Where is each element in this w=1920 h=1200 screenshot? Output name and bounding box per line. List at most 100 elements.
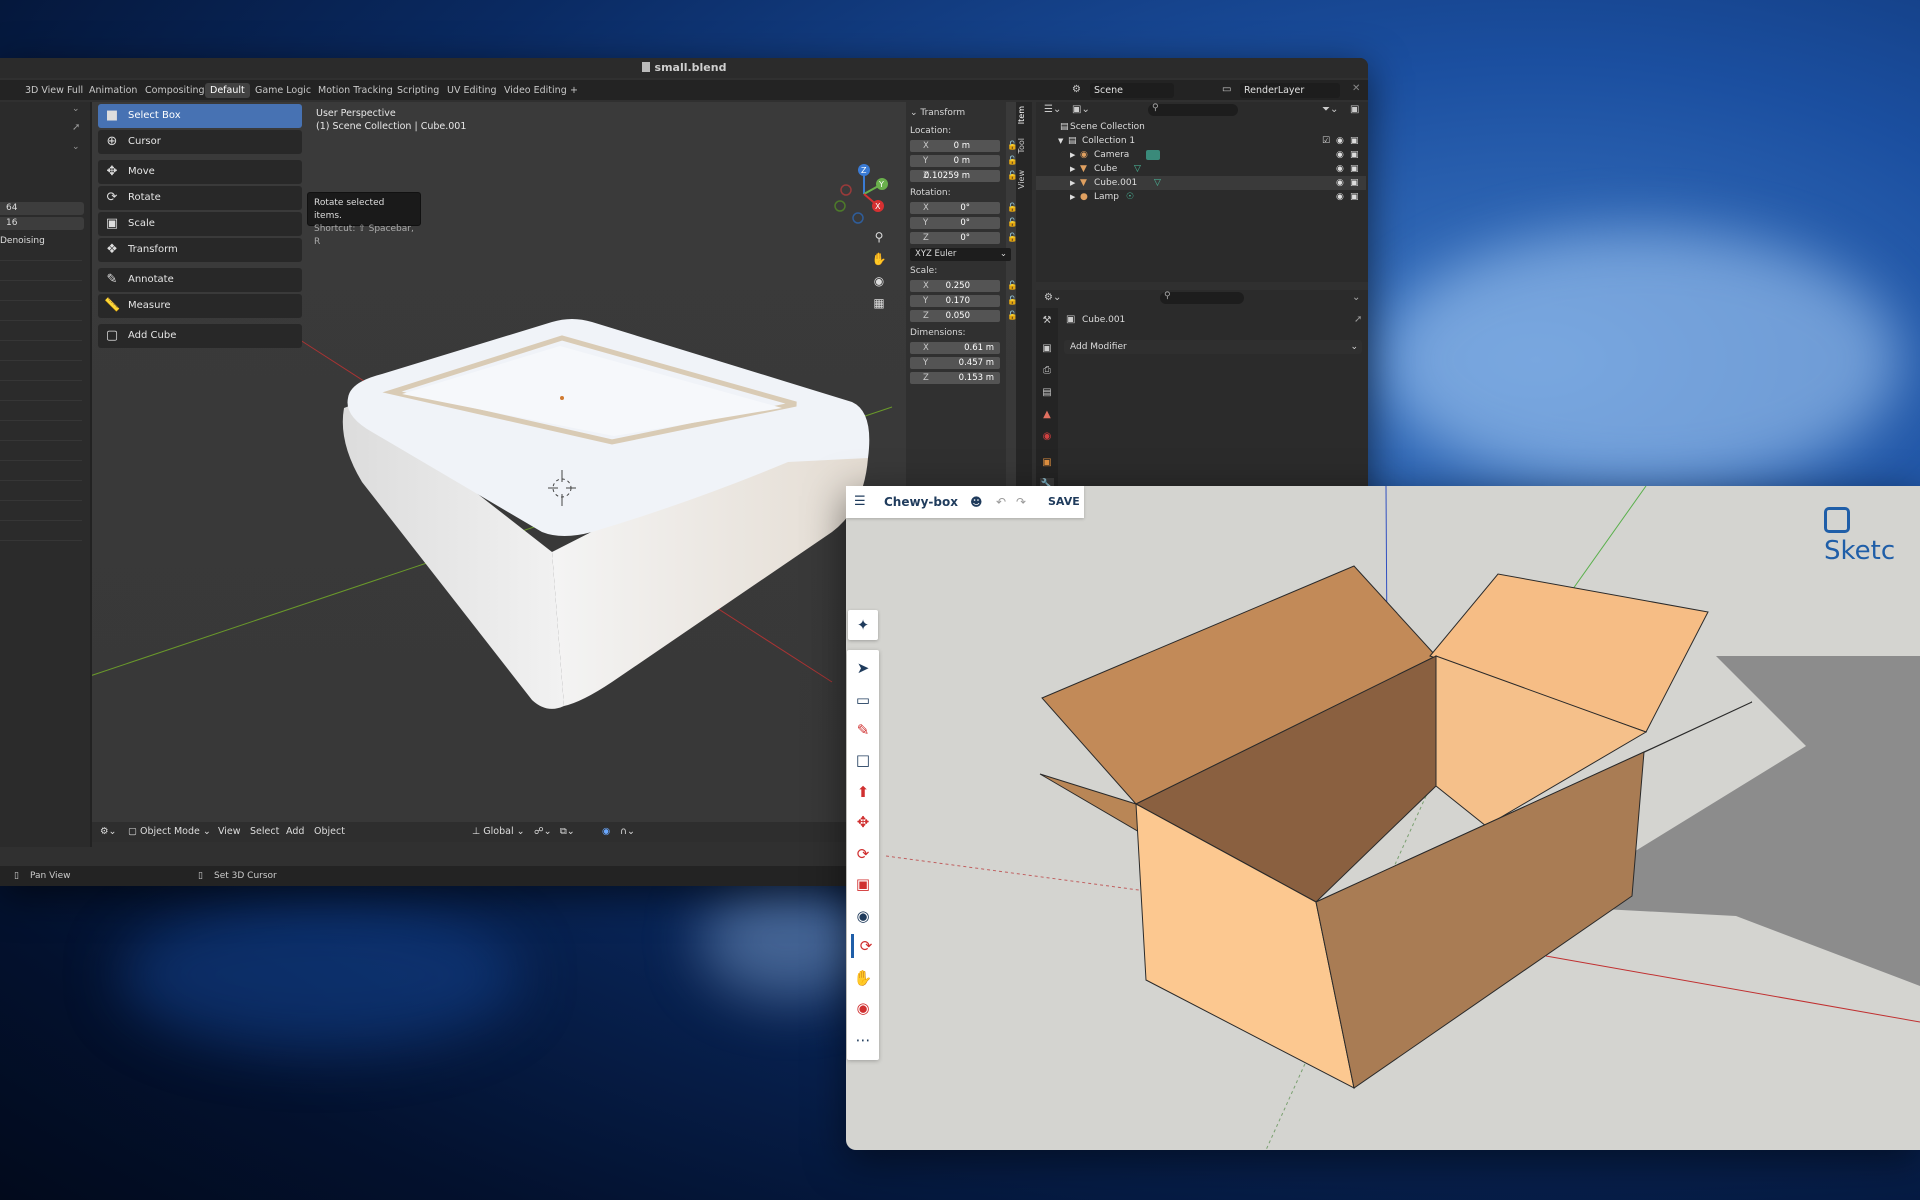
rotation-z-field[interactable]: Z 0° 🔓: [910, 232, 1018, 244]
expand-icon[interactable]: ▶: [1070, 176, 1075, 190]
zoom-icon[interactable]: ⚲: [870, 228, 888, 246]
pin-icon[interactable]: ➚: [1354, 314, 1362, 325]
render-layer-selector[interactable]: RenderLayer: [1240, 83, 1340, 98]
tab-uv-editing[interactable]: UV Editing: [442, 83, 502, 98]
expand-icon[interactable]: ▼: [1058, 134, 1063, 148]
pan-icon[interactable]: ✋: [851, 966, 875, 990]
location-z-field[interactable]: Z 0.10259 m 🔓: [910, 170, 1018, 182]
filter-icon[interactable]: ⏷⌄: [1322, 104, 1338, 115]
menu-view[interactable]: View: [218, 825, 241, 839]
tool-move[interactable]: ✥ Move: [98, 160, 302, 184]
tab-tool[interactable]: Tool: [1017, 138, 1031, 154]
tool-add-cube[interactable]: ▢ Add Cube: [98, 324, 302, 348]
scene-selector[interactable]: Scene: [1090, 83, 1174, 98]
eye-icon[interactable]: ◉: [1336, 148, 1344, 162]
object-mode-dropdown[interactable]: ▢ Object Mode ⌄: [128, 825, 211, 839]
object-tab-icon[interactable]: ▣: [1040, 456, 1054, 470]
sketchup-canvas[interactable]: [846, 486, 1920, 1150]
eye-icon[interactable]: ◉: [1336, 190, 1344, 204]
dimensions-y-field[interactable]: Y 0.457 m: [910, 357, 1000, 369]
scale-y-field[interactable]: Y 0.170 🔓: [910, 295, 1018, 307]
samples-field[interactable]: 64: [0, 202, 84, 215]
world-tab-icon[interactable]: ◉: [1040, 430, 1054, 444]
navigation-gizmo[interactable]: Z Y X: [834, 164, 894, 224]
rotate-icon[interactable]: ⟳: [851, 842, 875, 866]
outliner-row-lamp[interactable]: ▶ ● Lamp ☉ ◉ ▣: [1036, 190, 1366, 204]
properties-editor-icon[interactable]: ⚙⌄: [1044, 292, 1061, 303]
expand-icon[interactable]: ▶: [1070, 148, 1075, 162]
zoom-extents-icon[interactable]: ◉: [851, 996, 875, 1020]
checkbox-icon[interactable]: ☑: [1322, 134, 1330, 148]
outliner-row-scene-collection[interactable]: ▤ Scene Collection: [1036, 120, 1366, 134]
pencil-icon[interactable]: ✎: [851, 718, 875, 742]
outliner-row-cube-001[interactable]: ▶ ▼ Cube.001 ▽ ◉ ▣: [1036, 176, 1366, 190]
save-button[interactable]: SAVE: [1048, 486, 1080, 518]
menu-select[interactable]: Select: [250, 825, 279, 839]
move-icon[interactable]: ✥: [851, 810, 875, 834]
pin-icon[interactable]: ➚: [72, 122, 80, 133]
undo-icon[interactable]: ↶: [996, 486, 1006, 518]
rotation-mode-select[interactable]: XYZ Euler ⌄: [910, 248, 1011, 261]
tab-motion-tracking[interactable]: Motion Tracking: [313, 83, 398, 98]
more-tools-icon[interactable]: ⋯: [851, 1028, 875, 1052]
tab-compositing[interactable]: Compositing: [140, 83, 210, 98]
display-mode-icon[interactable]: ▣⌄: [1072, 104, 1090, 115]
grid-icon[interactable]: ▦: [870, 294, 888, 312]
scale-icon[interactable]: ▣: [851, 872, 875, 896]
properties-search[interactable]: ⚲: [1160, 291, 1244, 304]
add-modifier-dropdown[interactable]: Add Modifier ⌄: [1064, 340, 1362, 354]
tab-game-logic[interactable]: Game Logic: [250, 83, 316, 98]
dimensions-z-field[interactable]: Z 0.153 m: [910, 372, 1000, 384]
tool-rotate[interactable]: ⟳ Rotate: [98, 186, 302, 210]
samples-field-2[interactable]: 16: [0, 217, 84, 230]
output-tab-icon[interactable]: ⎙: [1040, 364, 1054, 378]
camera-icon[interactable]: ▣: [1350, 134, 1359, 148]
instructor-button[interactable]: ✦: [848, 610, 878, 640]
scene-tab-icon[interactable]: ▲: [1040, 408, 1054, 422]
chevron-down-icon[interactable]: ⌄: [1352, 292, 1360, 303]
tab-video-editing[interactable]: Video Editing: [499, 83, 572, 98]
tab-3d-view-full[interactable]: 3D View Full: [20, 83, 88, 98]
tool-scale[interactable]: ▣ Scale: [98, 212, 302, 236]
add-workspace-button[interactable]: +: [565, 83, 583, 98]
orientation-dropdown[interactable]: ⊥ Global ⌄: [472, 825, 525, 839]
snap-icon[interactable]: ⧉⌄: [560, 825, 575, 839]
eraser-icon[interactable]: ▭: [851, 688, 875, 712]
outliner-editor-icon[interactable]: ☰⌄: [1044, 104, 1061, 115]
camera-icon[interactable]: ▣: [1350, 176, 1359, 190]
eye-icon[interactable]: ◉: [1336, 176, 1344, 190]
chevron-down-icon[interactable]: ⌄: [72, 142, 80, 152]
menu-icon[interactable]: ☰: [854, 486, 866, 518]
camera-icon[interactable]: ▣: [1350, 148, 1359, 162]
rectangle-icon[interactable]: □: [851, 748, 875, 772]
new-collection-icon[interactable]: ▣: [1350, 104, 1359, 115]
expand-icon[interactable]: ▶: [1070, 190, 1075, 204]
location-x-field[interactable]: X0 m 🔓: [910, 140, 1018, 152]
tool-measure[interactable]: 📏 Measure: [98, 294, 302, 318]
rotation-y-field[interactable]: Y 0° 🔓: [910, 217, 1018, 229]
hand-icon[interactable]: ✋: [870, 250, 888, 268]
tool-transform[interactable]: ❖ Transform: [98, 238, 302, 262]
tab-default[interactable]: Default: [205, 83, 250, 98]
tool-cursor[interactable]: ⊕ Cursor: [98, 130, 302, 154]
scale-z-field[interactable]: Z 0.050 🔓: [910, 310, 1018, 322]
scale-x-field[interactable]: X 0.250 🔓: [910, 280, 1018, 292]
tab-view[interactable]: View: [1017, 170, 1031, 189]
camera-icon[interactable]: ◉: [870, 272, 888, 290]
view-layer-tab-icon[interactable]: ▤: [1040, 386, 1054, 400]
pivot-icon[interactable]: ☍⌄: [534, 825, 552, 839]
tool-tab-icon[interactable]: ⚒: [1040, 314, 1054, 328]
outliner-row-cube[interactable]: ▶ ▼ Cube ▽ ◉ ▣: [1036, 162, 1366, 176]
tab-item[interactable]: Item: [1017, 106, 1031, 124]
eye-icon[interactable]: ◉: [1336, 162, 1344, 176]
outliner-search[interactable]: ⚲: [1148, 103, 1238, 116]
render-tab-icon[interactable]: ▣: [1040, 342, 1054, 356]
tab-animation[interactable]: Animation: [84, 83, 142, 98]
menu-add[interactable]: Add: [286, 825, 304, 839]
chevron-down-icon[interactable]: ⌄: [72, 104, 80, 114]
tool-annotate[interactable]: ✎ Annotate: [98, 268, 302, 292]
orbit-icon[interactable]: ⟳: [851, 934, 878, 958]
proportional-edit-icon[interactable]: ◉: [602, 825, 610, 839]
rotation-x-field[interactable]: X 0° 🔓: [910, 202, 1018, 214]
tool-select-box[interactable]: ■ Select Box: [98, 104, 302, 128]
